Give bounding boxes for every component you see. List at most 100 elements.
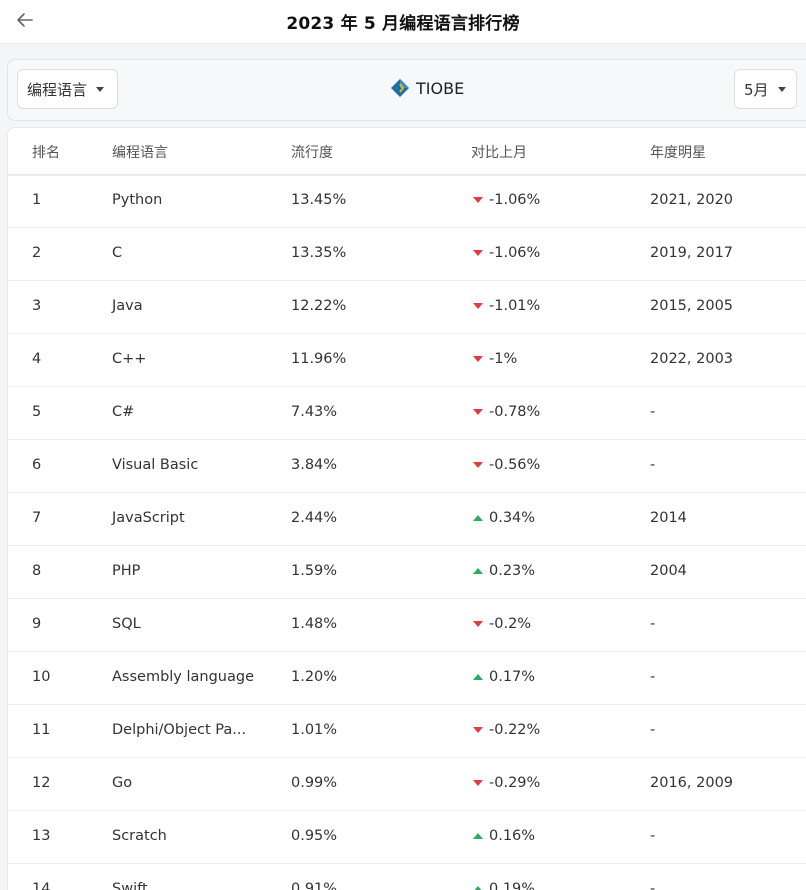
trend-down-icon <box>473 621 483 627</box>
table-row[interactable]: 10 Assembly language 1.20% 0.17% - <box>8 651 806 705</box>
popularity-cell: 12.22% <box>291 298 347 314</box>
table-row[interactable]: 6 Visual Basic 3.84% -0.56% - <box>8 439 806 493</box>
table-row[interactable]: 12 Go 0.99% -0.29% 2016, 2009 <box>8 757 806 811</box>
trend-down-icon <box>473 250 483 256</box>
change-cell: -0.56% <box>473 457 540 473</box>
top-bar: 2023 年 5 月编程语言排行榜 <box>0 0 806 44</box>
language-cell: Visual Basic <box>112 457 199 473</box>
language-cell: C <box>112 245 123 261</box>
table-header: 排名 编程语言 流行度 对比上月 年度明星 <box>8 128 806 176</box>
change-value: -0.2% <box>489 616 532 632</box>
change-value: -1.06% <box>489 192 541 208</box>
brand-name: TIOBE <box>416 78 465 98</box>
rank-cell: 13 <box>32 828 51 844</box>
language-cell: Delphi/Object Pa... <box>112 722 247 738</box>
star-year-cell: - <box>650 457 656 473</box>
language-category-label: 编程语言 <box>27 80 88 99</box>
star-year-cell: 2004 <box>650 563 687 579</box>
table-row[interactable]: 11 Delphi/Object Pa... 1.01% -0.22% - <box>8 704 806 758</box>
change-cell: 0.17% <box>473 669 535 685</box>
trend-down-icon <box>473 303 483 309</box>
change-cell: -0.22% <box>473 722 540 738</box>
change-cell: -1.06% <box>473 245 540 261</box>
month-dropdown[interactable]: 5月 <box>734 69 797 109</box>
change-value: -0.56% <box>489 457 541 473</box>
column-header-rank: 排名 <box>32 145 60 161</box>
rank-cell: 12 <box>32 775 51 791</box>
star-year-cell: 2014 <box>650 510 687 526</box>
table-row[interactable]: 13 Scratch 0.95% 0.16% - <box>8 810 806 864</box>
table-row[interactable]: 9 SQL 1.48% -0.2% - <box>8 598 806 652</box>
popularity-cell: 3.84% <box>291 457 338 473</box>
rank-cell: 7 <box>32 510 42 526</box>
caret-down-icon <box>96 86 105 92</box>
change-value: -0.78% <box>489 404 541 420</box>
star-year-cell: - <box>650 616 656 632</box>
table-row[interactable]: 4 C++ 11.96% -1% 2022, 2003 <box>8 333 806 387</box>
language-cell: SQL <box>112 616 141 632</box>
language-cell: Go <box>112 775 133 791</box>
star-year-cell: 2022, 2003 <box>650 351 734 367</box>
popularity-cell: 13.35% <box>291 245 347 261</box>
change-cell: -1.01% <box>473 298 540 314</box>
column-header-change: 对比上月 <box>471 145 527 161</box>
table-row[interactable]: 5 C# 7.43% -0.78% - <box>8 386 806 440</box>
rank-cell: 6 <box>32 457 42 473</box>
trend-down-icon <box>473 409 483 415</box>
rank-cell: 8 <box>32 563 42 579</box>
change-cell: 0.16% <box>473 828 535 844</box>
rank-cell: 10 <box>32 669 51 685</box>
popularity-cell: 1.01% <box>291 722 338 738</box>
popularity-cell: 0.91% <box>291 881 338 890</box>
star-year-cell: - <box>650 881 656 890</box>
change-cell: 0.23% <box>473 563 535 579</box>
change-value: 0.17% <box>489 669 536 685</box>
page: 2023 年 5 月编程语言排行榜 编程语言 TIOBE 5月 排名 编程语言 … <box>0 0 806 890</box>
filter-bar: 编程语言 TIOBE 5月 <box>7 59 806 121</box>
language-cell: Swift <box>112 881 148 890</box>
trend-up-icon <box>473 674 483 680</box>
month-label: 5月 <box>744 80 769 99</box>
table-row[interactable]: 3 Java 12.22% -1.01% 2015, 2005 <box>8 280 806 334</box>
table-row[interactable]: 7 JavaScript 2.44% 0.34% 2014 <box>8 492 806 546</box>
star-year-cell: 2016, 2009 <box>650 775 734 791</box>
rank-cell: 1 <box>32 192 42 208</box>
popularity-cell: 1.20% <box>291 669 338 685</box>
popularity-cell: 0.95% <box>291 828 338 844</box>
column-header-star-year: 年度明星 <box>650 145 706 161</box>
rank-cell: 11 <box>32 722 51 738</box>
change-cell: 0.34% <box>473 510 535 526</box>
star-year-cell: - <box>650 722 656 738</box>
language-cell: Python <box>112 192 163 208</box>
star-year-cell: 2015, 2005 <box>650 298 734 314</box>
language-cell: Scratch <box>112 828 167 844</box>
change-value: 0.23% <box>489 563 536 579</box>
language-category-dropdown[interactable]: 编程语言 <box>17 69 118 109</box>
star-year-cell: - <box>650 404 656 420</box>
rank-cell: 14 <box>32 881 51 890</box>
trend-up-icon <box>473 886 483 890</box>
column-header-popularity: 流行度 <box>291 145 333 161</box>
star-year-cell: 2021, 2020 <box>650 192 734 208</box>
ranking-table: 排名 编程语言 流行度 对比上月 年度明星 1 Python 13.45% -1.06… <box>7 127 806 890</box>
change-cell: -0.78% <box>473 404 540 420</box>
column-header-language: 编程语言 <box>112 145 168 161</box>
popularity-cell: 1.59% <box>291 563 338 579</box>
popularity-cell: 7.43% <box>291 404 338 420</box>
star-year-cell: 2019, 2017 <box>650 245 734 261</box>
trend-up-icon <box>473 568 483 574</box>
change-value: -0.22% <box>489 722 541 738</box>
caret-down-icon <box>777 86 786 92</box>
trend-down-icon <box>473 462 483 468</box>
table-row[interactable]: 8 PHP 1.59% 0.23% 2004 <box>8 545 806 599</box>
rank-cell: 2 <box>32 245 42 261</box>
popularity-cell: 0.99% <box>291 775 338 791</box>
language-cell: PHP <box>112 563 141 579</box>
rank-cell: 4 <box>32 351 42 367</box>
popularity-cell: 2.44% <box>291 510 338 526</box>
table-row[interactable]: 1 Python 13.45% -1.06% 2021, 2020 <box>8 174 806 228</box>
language-cell: JavaScript <box>112 510 185 526</box>
change-value: 0.19% <box>489 881 536 890</box>
table-row[interactable]: 14 Swift 0.91% 0.19% - <box>8 863 806 890</box>
table-row[interactable]: 2 C 13.35% -1.06% 2019, 2017 <box>8 227 806 281</box>
